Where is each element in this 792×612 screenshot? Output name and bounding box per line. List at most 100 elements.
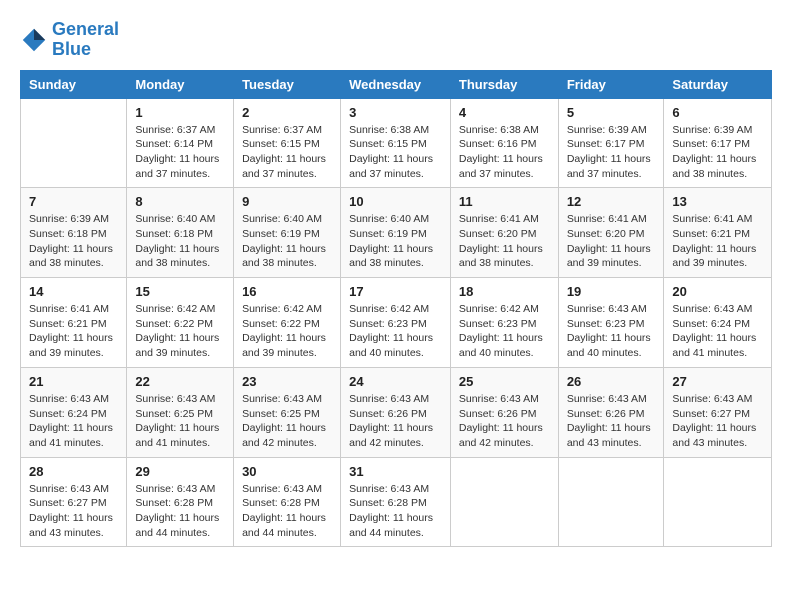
column-header-tuesday: Tuesday <box>234 70 341 98</box>
day-number: 11 <box>459 194 550 209</box>
day-number: 31 <box>349 464 442 479</box>
day-number: 7 <box>29 194 118 209</box>
column-header-sunday: Sunday <box>21 70 127 98</box>
calendar-cell: 22 Sunrise: 6:43 AMSunset: 6:25 PMDayligh… <box>127 367 234 457</box>
day-info: Sunrise: 6:43 AMSunset: 6:24 PMDaylight:… <box>29 392 118 451</box>
day-number: 15 <box>135 284 225 299</box>
week-row-1: 1 Sunrise: 6:37 AMSunset: 6:14 PMDaylight… <box>21 98 772 188</box>
day-info: Sunrise: 6:40 AMSunset: 6:19 PMDaylight:… <box>349 212 442 271</box>
day-number: 20 <box>672 284 763 299</box>
day-info: Sunrise: 6:41 AMSunset: 6:20 PMDaylight:… <box>459 212 550 271</box>
day-info: Sunrise: 6:43 AMSunset: 6:26 PMDaylight:… <box>349 392 442 451</box>
day-number: 1 <box>135 105 225 120</box>
day-info: Sunrise: 6:41 AMSunset: 6:21 PMDaylight:… <box>672 212 763 271</box>
day-number: 21 <box>29 374 118 389</box>
calendar-cell: 16 Sunrise: 6:42 AMSunset: 6:22 PMDayligh… <box>234 278 341 368</box>
week-row-3: 14 Sunrise: 6:41 AMSunset: 6:21 PMDayligh… <box>21 278 772 368</box>
day-number: 23 <box>242 374 332 389</box>
calendar-cell: 26 Sunrise: 6:43 AMSunset: 6:26 PMDayligh… <box>558 367 664 457</box>
calendar-cell: 15Sunrise: 6:42 AMSunset: 6:22 PMDayligh… <box>127 278 234 368</box>
day-info: Sunrise: 6:41 AMSunset: 6:20 PMDaylight:… <box>567 212 656 271</box>
day-number: 29 <box>135 464 225 479</box>
calendar-cell: 25 Sunrise: 6:43 AMSunset: 6:26 PMDayligh… <box>450 367 558 457</box>
calendar-cell: 13 Sunrise: 6:41 AMSunset: 6:21 PMDayligh… <box>664 188 772 278</box>
calendar-cell: 30 Sunrise: 6:43 AMSunset: 6:28 PMDayligh… <box>234 457 341 547</box>
day-info: Sunrise: 6:42 AMSunset: 6:23 PMDaylight:… <box>459 302 550 361</box>
week-row-5: 28 Sunrise: 6:43 AMSunset: 6:27 PMDayligh… <box>21 457 772 547</box>
calendar-cell: 6 Sunrise: 6:39 AMSunset: 6:17 PMDaylight… <box>664 98 772 188</box>
day-info: Sunrise: 6:39 AMSunset: 6:18 PMDaylight:… <box>29 212 118 271</box>
day-info: Sunrise: 6:43 AMSunset: 6:25 PMDaylight:… <box>242 392 332 451</box>
day-number: 5 <box>567 105 656 120</box>
calendar-cell: 27 Sunrise: 6:43 AMSunset: 6:27 PMDayligh… <box>664 367 772 457</box>
column-header-monday: Monday <box>127 70 234 98</box>
calendar-cell: 23 Sunrise: 6:43 AMSunset: 6:25 PMDayligh… <box>234 367 341 457</box>
day-info: Sunrise: 6:43 AMSunset: 6:28 PMDaylight:… <box>242 482 332 541</box>
day-info: Sunrise: 6:40 AMSunset: 6:18 PMDaylight:… <box>135 212 225 271</box>
calendar-header-row: SundayMondayTuesdayWednesdayThursdayFrid… <box>21 70 772 98</box>
week-row-4: 21 Sunrise: 6:43 AMSunset: 6:24 PMDayligh… <box>21 367 772 457</box>
day-number: 8 <box>135 194 225 209</box>
day-info: Sunrise: 6:43 AMSunset: 6:26 PMDaylight:… <box>567 392 656 451</box>
column-header-thursday: Thursday <box>450 70 558 98</box>
day-number: 25 <box>459 374 550 389</box>
calendar-cell: 14 Sunrise: 6:41 AMSunset: 6:21 PMDayligh… <box>21 278 127 368</box>
day-number: 24 <box>349 374 442 389</box>
column-header-friday: Friday <box>558 70 664 98</box>
calendar-cell: 28 Sunrise: 6:43 AMSunset: 6:27 PMDayligh… <box>21 457 127 547</box>
day-number: 3 <box>349 105 442 120</box>
day-info: Sunrise: 6:39 AMSunset: 6:17 PMDaylight:… <box>567 123 656 182</box>
calendar-body: 1 Sunrise: 6:37 AMSunset: 6:14 PMDaylight… <box>21 98 772 547</box>
day-info: Sunrise: 6:42 AMSunset: 6:22 PMDaylight:… <box>242 302 332 361</box>
day-info: Sunrise: 6:43 AMSunset: 6:27 PMDaylight:… <box>29 482 118 541</box>
calendar-cell: 10Sunrise: 6:40 AMSunset: 6:19 PMDayligh… <box>341 188 451 278</box>
calendar-cell <box>558 457 664 547</box>
calendar-table: SundayMondayTuesdayWednesdayThursdayFrid… <box>20 70 772 548</box>
day-number: 13 <box>672 194 763 209</box>
logo-icon <box>20 26 48 54</box>
calendar-cell: 2 Sunrise: 6:37 AMSunset: 6:15 PMDaylight… <box>234 98 341 188</box>
day-number: 14 <box>29 284 118 299</box>
calendar-cell: 11 Sunrise: 6:41 AMSunset: 6:20 PMDayligh… <box>450 188 558 278</box>
day-info: Sunrise: 6:42 AMSunset: 6:23 PMDaylight:… <box>349 302 442 361</box>
column-header-saturday: Saturday <box>664 70 772 98</box>
page-header: General Blue <box>20 20 772 60</box>
calendar-cell <box>664 457 772 547</box>
day-info: Sunrise: 6:43 AMSunset: 6:27 PMDaylight:… <box>672 392 763 451</box>
day-info: Sunrise: 6:38 AMSunset: 6:15 PMDaylight:… <box>349 123 442 182</box>
calendar-cell <box>21 98 127 188</box>
day-info: Sunrise: 6:41 AMSunset: 6:21 PMDaylight:… <box>29 302 118 361</box>
calendar-cell: 21 Sunrise: 6:43 AMSunset: 6:24 PMDayligh… <box>21 367 127 457</box>
logo-text: General Blue <box>52 20 119 60</box>
calendar-cell: 19Sunrise: 6:43 AMSunset: 6:23 PMDayligh… <box>558 278 664 368</box>
day-number: 6 <box>672 105 763 120</box>
calendar-cell: 7 Sunrise: 6:39 AMSunset: 6:18 PMDaylight… <box>21 188 127 278</box>
calendar-cell: 31Sunrise: 6:43 AMSunset: 6:28 PMDayligh… <box>341 457 451 547</box>
column-header-wednesday: Wednesday <box>341 70 451 98</box>
day-number: 18 <box>459 284 550 299</box>
day-info: Sunrise: 6:39 AMSunset: 6:17 PMDaylight:… <box>672 123 763 182</box>
day-info: Sunrise: 6:37 AMSunset: 6:14 PMDaylight:… <box>135 123 225 182</box>
day-number: 28 <box>29 464 118 479</box>
day-number: 30 <box>242 464 332 479</box>
day-info: Sunrise: 6:43 AMSunset: 6:26 PMDaylight:… <box>459 392 550 451</box>
logo: General Blue <box>20 20 119 60</box>
day-number: 4 <box>459 105 550 120</box>
day-number: 27 <box>672 374 763 389</box>
day-info: Sunrise: 6:43 AMSunset: 6:25 PMDaylight:… <box>135 392 225 451</box>
day-info: Sunrise: 6:43 AMSunset: 6:23 PMDaylight:… <box>567 302 656 361</box>
day-number: 9 <box>242 194 332 209</box>
day-info: Sunrise: 6:37 AMSunset: 6:15 PMDaylight:… <box>242 123 332 182</box>
day-number: 22 <box>135 374 225 389</box>
day-number: 16 <box>242 284 332 299</box>
day-number: 2 <box>242 105 332 120</box>
day-number: 12 <box>567 194 656 209</box>
calendar-cell: 29Sunrise: 6:43 AMSunset: 6:28 PMDayligh… <box>127 457 234 547</box>
day-number: 26 <box>567 374 656 389</box>
calendar-cell: 5 Sunrise: 6:39 AMSunset: 6:17 PMDaylight… <box>558 98 664 188</box>
calendar-cell <box>450 457 558 547</box>
day-info: Sunrise: 6:40 AMSunset: 6:19 PMDaylight:… <box>242 212 332 271</box>
day-info: Sunrise: 6:43 AMSunset: 6:24 PMDaylight:… <box>672 302 763 361</box>
calendar-cell: 17Sunrise: 6:42 AMSunset: 6:23 PMDayligh… <box>341 278 451 368</box>
calendar-cell: 8 Sunrise: 6:40 AMSunset: 6:18 PMDaylight… <box>127 188 234 278</box>
